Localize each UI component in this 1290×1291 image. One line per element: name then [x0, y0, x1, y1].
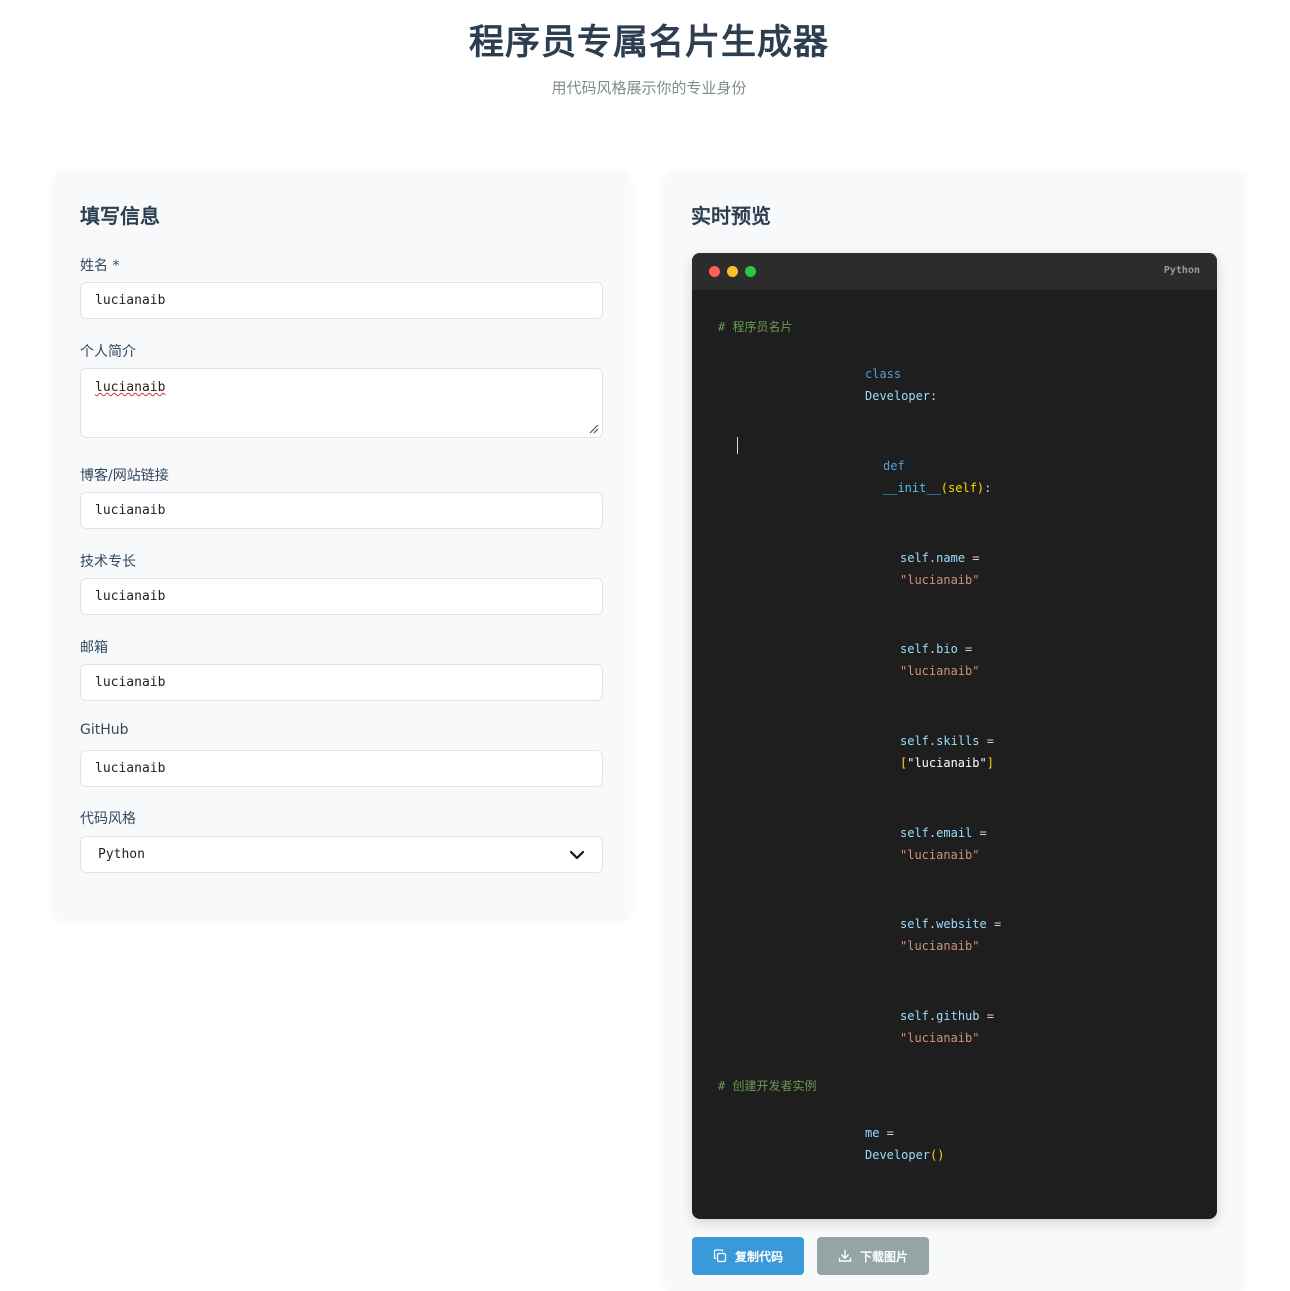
code-comment-instance: # 创建开发者实例: [718, 1079, 817, 1093]
code-line-name: self.name = "lucianaib": [900, 547, 980, 591]
code-line-website: self.website = "lucianaib": [900, 913, 1001, 957]
code-init-args: (self): [940, 481, 985, 495]
code-eq: =: [979, 734, 994, 748]
code-init-decl: def __init__(self):: [883, 455, 991, 499]
code-str-name: "lucianaib": [900, 573, 980, 587]
code-class-name: Developer: [865, 389, 931, 403]
preview-panel-title: 实时预览: [691, 204, 771, 228]
code-line-bio: self.bio = "lucianaib": [900, 638, 979, 682]
code-str-website: "lucianaib": [900, 939, 980, 953]
code-prop-website: website: [936, 917, 987, 931]
copy-code-label: 复制代码: [734, 1249, 783, 1264]
code-str-bio: "lucianaib": [900, 664, 980, 678]
code-class-colon: :: [930, 389, 938, 403]
code-init-fn: __init__: [883, 481, 941, 495]
code-comment-title: # 程序员名片: [718, 320, 793, 334]
bio-textarea[interactable]: lucianaib: [80, 368, 603, 438]
bio-label: 个人简介: [80, 344, 136, 360]
download-image-button[interactable]: 下载图片: [817, 1237, 929, 1275]
form-panel-title: 填写信息: [80, 204, 160, 228]
code-eq: =: [957, 642, 973, 656]
page-subtitle: 用代码风格展示你的专业身份: [551, 79, 747, 97]
skills-input-value: lucianaib: [95, 589, 166, 604]
name-label: 姓名 *: [80, 258, 120, 274]
bio-textarea-value: lucianaib: [95, 380, 166, 395]
code-self: self: [900, 734, 929, 748]
form-panel: 填写信息 姓名 * lucianaib 个人简介 lucianaib 博客/网站…: [54, 171, 630, 917]
code-line-github: self.github = "lucianaib": [900, 1005, 994, 1049]
code-line-email: self.email = "lucianaib": [900, 822, 987, 866]
email-label: 邮箱: [80, 640, 108, 656]
download-image-label: 下载图片: [859, 1249, 908, 1264]
download-icon: [838, 1249, 852, 1262]
code-list-close: ]: [986, 756, 994, 770]
name-input[interactable]: lucianaib: [80, 282, 603, 319]
code-init-colon: :: [984, 481, 992, 495]
code-instance-line: me = Developer(): [865, 1122, 944, 1166]
code-line-skills: self.skills = ["lucianaib"]: [900, 730, 994, 774]
code-eq: =: [965, 551, 980, 565]
code-kw-class: class: [865, 367, 902, 381]
page-title: 程序员专属名片生成器: [468, 23, 829, 63]
code-self: self: [900, 1009, 929, 1023]
website-label: 博客/网站链接: [80, 468, 169, 484]
code-self: self: [900, 551, 929, 565]
name-input-value: lucianaib: [95, 293, 166, 308]
copy-icon: [713, 1249, 727, 1263]
code-eq: =: [979, 1009, 994, 1023]
website-input[interactable]: lucianaib: [80, 492, 603, 529]
code-me-var: me: [865, 1126, 880, 1140]
code-editor: Python # 程序员名片 class Developer: def __in…: [692, 253, 1217, 1219]
preview-panel: 实时预览 Python # 程序员名片 class Developer: def…: [665, 171, 1244, 1291]
website-input-value: lucianaib: [95, 503, 166, 518]
code-style-selected: Python: [98, 847, 145, 862]
skills-input[interactable]: lucianaib: [80, 578, 603, 615]
github-label: GitHub: [80, 722, 129, 738]
code-prop-name: name: [936, 551, 966, 565]
resize-handle-icon[interactable]: [589, 424, 599, 434]
maximize-dot-icon: [745, 266, 756, 277]
code-str-github: "lucianaib": [900, 1031, 980, 1045]
minimize-dot-icon: [727, 266, 738, 277]
code-str-email: "lucianaib": [900, 848, 980, 862]
code-self: self: [900, 826, 929, 840]
github-input[interactable]: lucianaib: [80, 750, 603, 787]
code-prop-skills: skills: [936, 734, 980, 748]
code-str-skills: "lucianaib": [907, 756, 987, 770]
email-input[interactable]: lucianaib: [80, 664, 603, 701]
code-prop-email: email: [936, 826, 973, 840]
code-style-select[interactable]: Python: [80, 836, 603, 873]
code-eq: =: [972, 826, 987, 840]
code-call-parens: (): [930, 1148, 945, 1162]
code-prop-github: github: [936, 1009, 980, 1023]
github-input-value: lucianaib: [95, 761, 166, 776]
code-prop-bio: bio: [936, 642, 958, 656]
code-eq: =: [986, 917, 1002, 931]
close-dot-icon: [709, 266, 720, 277]
code-self: self: [900, 642, 929, 656]
code-self: self: [900, 917, 929, 931]
language-tag: Python: [1163, 265, 1200, 276]
text-cursor: [737, 437, 738, 454]
code-class-decl: class Developer:: [865, 363, 937, 407]
code-kw-def: def: [883, 459, 905, 473]
email-input-value: lucianaib: [95, 675, 166, 690]
code-style-label: 代码风格: [80, 811, 136, 827]
copy-code-button[interactable]: 复制代码: [692, 1237, 804, 1275]
chevron-down-icon: [569, 850, 585, 859]
code-eq: =: [879, 1126, 894, 1140]
editor-title-bar: Python: [692, 253, 1217, 290]
skills-label: 技术专长: [80, 554, 136, 570]
code-instance-class: Developer: [865, 1148, 931, 1162]
